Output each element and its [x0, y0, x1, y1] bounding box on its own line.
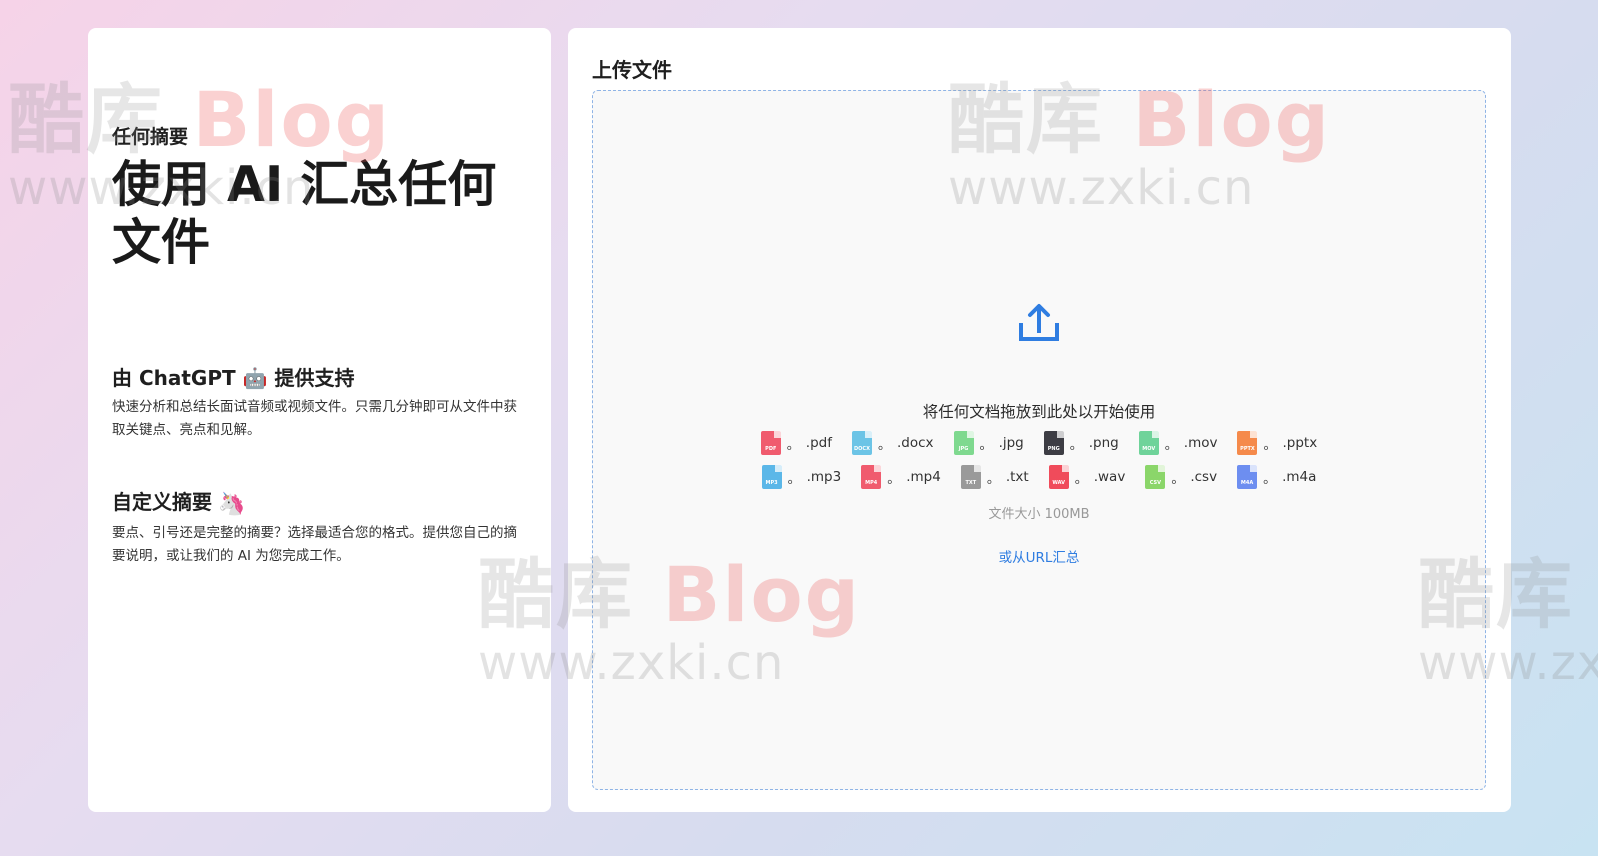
page-title: 使用 AI 汇总任何文件 [112, 156, 497, 271]
file-icon-tag: PPTX [1240, 446, 1255, 452]
file-mov-icon: MOV [1138, 431, 1159, 455]
separator: 。 [979, 437, 993, 453]
separator: 。 [787, 471, 801, 487]
file-mp4-icon: MP4 [861, 465, 882, 489]
file-icon-tag: JPG [958, 446, 969, 452]
file-icon-tag: PDF [765, 446, 777, 452]
file-icon-tag: DOCX [854, 446, 870, 452]
separator: 。 [986, 471, 1000, 487]
file-icon-tag: WAV [1052, 480, 1066, 486]
file-pdf-icon: PDF [760, 431, 781, 455]
file-type-item: PNG 。 .png [1043, 431, 1119, 455]
file-txt-icon: TXT [960, 465, 981, 489]
file-type-item: MOV 。 .mov [1138, 431, 1218, 455]
separator: 。 [877, 437, 891, 453]
file-type-item: JPG 。 .jpg [953, 431, 1024, 455]
file-type-item: DOCX 。 .docx [851, 431, 934, 455]
file-type-item: PPTX 。 .pptx [1237, 431, 1317, 455]
feature-title-text: 自定义摘要 [112, 490, 212, 514]
feature-title-chatgpt: 由 ChatGPT 🤖 提供支持 [112, 366, 355, 390]
separator: 。 [1164, 437, 1178, 453]
file-type-item: PDF 。 .pdf [760, 431, 832, 455]
file-dropzone[interactable]: 将任何文档拖放到此处以开始使用 PDF 。 .pdf DOCX 。 .docx JPG 。 .j… [592, 90, 1486, 790]
file-type-item: WAV 。 .wav [1048, 465, 1126, 489]
file-extension-label: .mp3 [806, 469, 842, 485]
separator: 。 [1171, 471, 1185, 487]
file-docx-icon: DOCX [851, 431, 872, 455]
file-extension-label: .wav [1093, 469, 1126, 485]
summarize-from-url-link[interactable]: 或从URL汇总 [593, 546, 1485, 566]
file-types-row: PDF 。 .pdf DOCX 。 .docx JPG 。 .jpg PNG 。 .png MOV 。 .m… [593, 431, 1485, 455]
drop-instruction: 将任何文档拖放到此处以开始使用 [922, 403, 1156, 421]
separator: 。 [786, 437, 800, 453]
file-extension-label: .txt [1005, 469, 1029, 485]
separator: 。 [1069, 437, 1083, 453]
file-png-icon: PNG [1043, 431, 1064, 455]
upload-section-title: 上传文件 [592, 58, 672, 82]
file-m4a-icon: M4A [1237, 465, 1258, 489]
feature-title-custom-summary: 自定义摘要 🦄 [112, 486, 245, 517]
file-mp3-icon: MP3 [761, 465, 782, 489]
file-jpg-icon: JPG [953, 431, 974, 455]
file-types-row: MP3 。 .mp3 MP4 。 .mp4 TXT 。 .txt WAV 。 .wav CSV 。 .csv… [593, 465, 1485, 489]
file-icon-tag: MP4 [865, 480, 878, 486]
file-type-item: MP4 。 .mp4 [861, 465, 941, 489]
upload-card: 上传文件 将任何文档拖放到此处以开始使用 PDF 。 .pdf DOCX 。 .docx J… [568, 28, 1511, 812]
file-extension-label: .jpg [998, 435, 1024, 451]
file-icon-tag: CSV [1149, 480, 1161, 486]
file-icon-tag: MP3 [765, 480, 778, 486]
file-type-item: CSV 。 .csv [1145, 465, 1217, 489]
file-extension-label: .mp4 [906, 469, 941, 485]
file-extension-label: .mov [1183, 435, 1218, 451]
file-type-item: TXT 。 .txt [960, 465, 1029, 489]
file-extension-label: .pdf [805, 435, 832, 451]
file-size-limit: 文件大小 100MB [988, 507, 1090, 522]
separator: 。 [1074, 471, 1088, 487]
upload-icon [1019, 304, 1059, 341]
file-icon-tag: M4A [1240, 480, 1254, 486]
file-wav-icon: WAV [1048, 465, 1069, 489]
file-csv-icon: CSV [1145, 465, 1166, 489]
separator: 。 [1263, 471, 1277, 487]
unicorn-icon: 🦄 [218, 492, 246, 517]
file-extension-label: .pptx [1282, 435, 1318, 451]
separator: 。 [887, 471, 901, 487]
file-pptx-icon: PPTX [1237, 431, 1258, 455]
separator: 。 [1263, 437, 1277, 453]
feature-description-chatgpt: 快速分析和总结长面试音频或视频文件。只需几分钟即可从文件中获取关键点、亮点和见解… [112, 399, 517, 438]
file-type-item: MP3 。 .mp3 [761, 465, 842, 489]
left-info-card: 任何摘要 使用 AI 汇总任何文件 由 ChatGPT 🤖 提供支持 快速分析和… [88, 28, 551, 812]
feature-description-custom-summary: 要点、引号还是完整的摘要？选择最适合您的格式。提供您自己的摘要说明，或让我们的 … [112, 525, 517, 564]
file-type-item: M4A 。 .m4a [1237, 465, 1316, 489]
file-icon-tag: MOV [1142, 446, 1156, 452]
file-extension-label: .docx [897, 435, 934, 451]
file-extension-label: .png [1088, 435, 1119, 451]
file-extension-label: .csv [1190, 469, 1218, 485]
file-extension-label: .m4a [1282, 469, 1317, 485]
eyebrow-label: 任何摘要 [112, 126, 189, 148]
file-icon-tag: TXT [965, 480, 977, 486]
file-icon-tag: PNG [1047, 446, 1060, 452]
